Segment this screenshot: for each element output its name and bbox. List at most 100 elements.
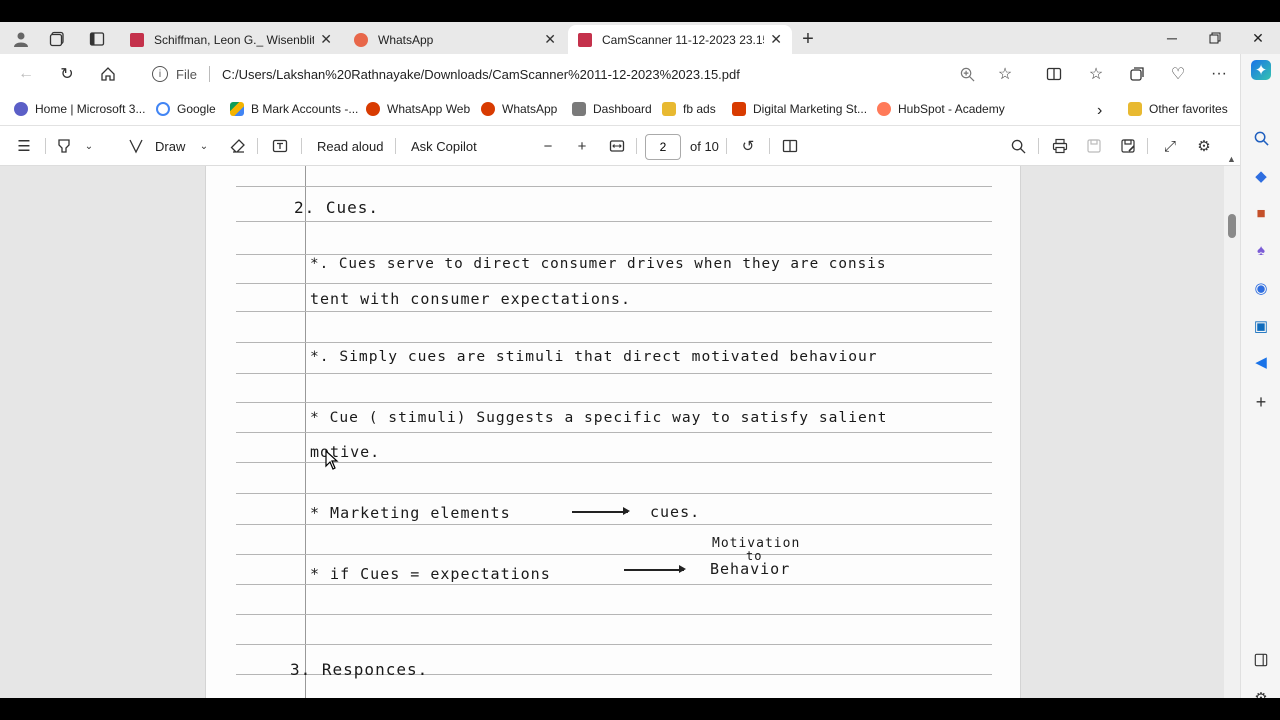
tab-schiffman[interactable]: Schiffman, Leon G._ Wisenblit, Jo ✕ — [120, 25, 342, 54]
close-window-icon[interactable]: ✕ — [1246, 28, 1270, 48]
tab-camscanner[interactable]: CamScanner 11-12-2023 23.15.p ✕ — [568, 25, 792, 54]
contents-icon[interactable]: ☰ — [14, 136, 34, 156]
chevron-right-icon[interactable]: › — [1097, 102, 1102, 120]
favorite-google[interactable]: Google — [156, 102, 216, 116]
pdf-viewer[interactable]: 2. Cues. *. Cues serve to direct consume… — [0, 166, 1240, 698]
ruled-line — [236, 254, 992, 255]
favorite-whatsapp[interactable]: WhatsApp — [481, 102, 557, 116]
page-count: of 10 — [690, 138, 719, 154]
chevron-down-icon[interactable]: ⌄ — [194, 136, 214, 156]
settings-gear-icon[interactable]: ⚙ — [1194, 136, 1214, 156]
outlook-icon[interactable]: ▣ — [1251, 316, 1271, 336]
search-icon[interactable] — [1251, 128, 1271, 148]
page-number-input[interactable]: 2 — [645, 134, 681, 160]
favorites-icon[interactable]: ☆ — [1084, 62, 1108, 86]
zoom-out-icon[interactable]: − — [538, 136, 558, 156]
workspaces-icon[interactable] — [46, 28, 68, 50]
favorite-digital-marketing[interactable]: Digital Marketing St... — [732, 102, 867, 116]
divider — [726, 138, 727, 154]
save-as-icon[interactable] — [1118, 136, 1138, 156]
favorite-label: B Mark Accounts -... — [251, 102, 359, 116]
whatsapp-alert-icon — [366, 102, 380, 116]
text-box-icon[interactable] — [270, 136, 290, 156]
minimize-icon[interactable]: ─ — [1160, 28, 1184, 48]
ruled-line — [236, 524, 992, 525]
shopping-tag-icon[interactable]: ◆ — [1251, 166, 1271, 186]
split-screen-icon[interactable] — [1042, 62, 1066, 86]
ruled-line — [236, 373, 992, 374]
zoom-in-icon[interactable]: + — [572, 136, 592, 156]
info-icon[interactable]: i — [152, 66, 168, 82]
favorite-label: HubSpot - Academy — [898, 102, 1005, 116]
note-line: motive. — [310, 443, 381, 461]
favorite-star-icon[interactable]: ☆ — [993, 62, 1017, 86]
tools-icon[interactable]: ■ — [1251, 203, 1271, 223]
search-icon[interactable] — [1008, 136, 1028, 156]
more-menu-icon[interactable]: ··· — [1207, 62, 1231, 86]
print-icon[interactable] — [1050, 136, 1070, 156]
tab-title: WhatsApp — [378, 32, 434, 47]
close-icon[interactable]: ✕ — [320, 31, 332, 48]
scroll-thumb[interactable] — [1228, 214, 1236, 238]
vertical-scrollbar[interactable]: ▲ ▼ — [1224, 154, 1240, 698]
draw-icon[interactable] — [126, 136, 146, 156]
games-icon[interactable]: ♠ — [1251, 240, 1271, 260]
tab-title: Schiffman, Leon G._ Wisenblit, Jo — [154, 32, 315, 47]
favorite-label: Home | Microsoft 3... — [35, 102, 146, 116]
ruled-line — [236, 283, 992, 284]
zoom-icon[interactable] — [955, 62, 979, 86]
read-aloud-button[interactable]: Read aloud — [317, 136, 384, 156]
collections-icon[interactable] — [1125, 62, 1149, 86]
dashboard-icon — [572, 102, 586, 116]
copilot-icon[interactable]: ✦ — [1251, 60, 1271, 80]
scroll-down-icon[interactable]: ▼ — [1227, 696, 1236, 698]
full-screen-icon[interactable]: ⤢ — [1160, 136, 1180, 156]
favorite-hubspot[interactable]: HubSpot - Academy — [877, 102, 1005, 116]
new-tab-icon[interactable]: + — [797, 28, 819, 50]
hide-sidebar-icon[interactable] — [1251, 650, 1271, 670]
sidebar-settings-gear-icon[interactable]: ⚙ — [1251, 688, 1271, 698]
page-view-icon[interactable] — [780, 136, 800, 156]
favorite-whatsapp-web[interactable]: WhatsApp Web — [366, 102, 470, 116]
note-line: * Cue ( stimuli) Suggests a specific way… — [310, 409, 888, 426]
ruled-line — [236, 554, 992, 555]
close-icon[interactable]: ✕ — [770, 31, 782, 48]
ask-copilot-button[interactable]: Ask Copilot — [411, 136, 477, 156]
rotate-icon[interactable]: ↺ — [738, 136, 758, 156]
other-favorites[interactable]: Other favorites — [1128, 102, 1228, 116]
fit-page-icon[interactable] — [607, 136, 627, 156]
refresh-icon[interactable]: ↻ — [55, 62, 79, 86]
draw-button[interactable]: Draw — [155, 136, 185, 156]
ruled-line — [236, 402, 992, 403]
scroll-up-icon[interactable]: ▲ — [1227, 154, 1236, 164]
restore-icon[interactable] — [1203, 28, 1227, 48]
divider — [257, 138, 258, 154]
back-icon[interactable]: ← — [14, 62, 38, 86]
favorite-dashboard[interactable]: Dashboard — [572, 102, 652, 116]
chevron-down-icon[interactable]: ⌄ — [79, 136, 99, 156]
home-icon[interactable] — [96, 62, 120, 86]
address-bar[interactable]: i File C:/Users/Lakshan%20Rathnayake/Dow… — [140, 59, 1030, 89]
favorite-b-mark[interactable]: B Mark Accounts -... — [230, 102, 358, 116]
tab-whatsapp[interactable]: WhatsApp ✕ — [344, 25, 566, 54]
heading-cues: 2. Cues. — [294, 198, 380, 217]
eraser-icon[interactable] — [228, 136, 248, 156]
send-icon[interactable]: ◀ — [1251, 352, 1271, 372]
close-icon[interactable]: ✕ — [544, 31, 556, 48]
divider — [1147, 138, 1148, 154]
highlight-icon[interactable] — [54, 136, 74, 156]
browser-essentials-icon[interactable]: ♡ — [1166, 62, 1190, 86]
tab-actions-icon[interactable] — [86, 28, 108, 50]
microsoft-365-icon[interactable]: ◉ — [1251, 278, 1271, 298]
folder-icon — [662, 102, 676, 116]
favorite-fb-ads[interactable]: fb ads — [662, 102, 716, 116]
add-icon[interactable]: + — [1251, 392, 1271, 412]
note-line: cues. — [650, 503, 701, 521]
folder-icon — [1128, 102, 1142, 116]
favorite-home-microsoft[interactable]: Home | Microsoft 3... — [14, 102, 145, 116]
url-text[interactable]: C:/Users/Lakshan%20Rathnayake/Downloads/… — [222, 67, 740, 82]
save-icon[interactable] — [1084, 136, 1104, 156]
note-line: tent with consumer expectations. — [310, 290, 631, 308]
profile-icon[interactable] — [10, 28, 32, 50]
drive-icon — [230, 102, 244, 116]
